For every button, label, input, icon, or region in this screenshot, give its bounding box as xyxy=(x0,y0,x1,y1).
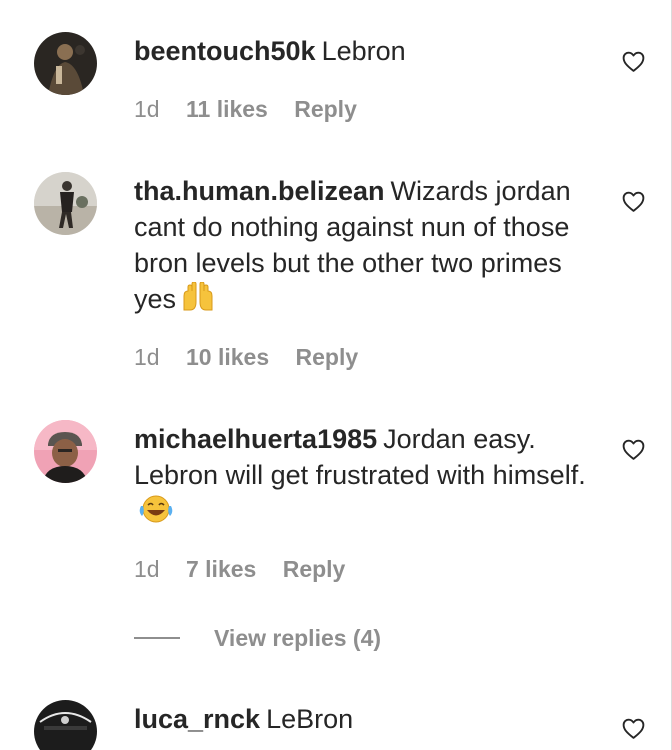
comment-meta: 1d 10 likes Reply xyxy=(134,344,378,371)
heart-outline-icon[interactable] xyxy=(621,716,646,741)
heart-outline-icon[interactable] xyxy=(621,49,646,74)
comments-panel: beentouch50k Lebron 1d 11 likes Reply tha… xyxy=(0,0,672,750)
comment-text: Lebron xyxy=(321,36,406,66)
comment-body: luca_rnck LeBron xyxy=(134,701,594,737)
comment-body: michaelhuerta1985 Jordan easy. Lebron wil… xyxy=(134,421,594,529)
raising-hands-emoji-icon xyxy=(180,281,216,312)
reply-button[interactable]: Reply xyxy=(296,344,359,370)
comment-likes[interactable]: 10 likes xyxy=(186,344,269,370)
reply-button[interactable]: Reply xyxy=(294,96,357,122)
comment-text: LeBron xyxy=(266,704,354,734)
comment-time[interactable]: 1d xyxy=(134,344,160,370)
comment-time[interactable]: 1d xyxy=(134,96,160,122)
view-replies-label: View replies (4) xyxy=(214,624,382,651)
heart-outline-icon[interactable] xyxy=(621,437,646,462)
comment-meta: 1d 7 likes Reply xyxy=(134,556,365,583)
comment-meta: 1d 11 likes Reply xyxy=(134,96,377,123)
comment-likes[interactable]: 11 likes xyxy=(186,96,268,122)
heart-outline-icon[interactable] xyxy=(621,189,646,214)
comment-body: tha.human.belizean Wizards jordan cant do… xyxy=(134,173,594,317)
avatar[interactable] xyxy=(34,172,97,235)
avatar[interactable] xyxy=(34,420,97,483)
avatar[interactable] xyxy=(34,32,97,95)
avatar[interactable] xyxy=(34,700,97,750)
comment-username[interactable]: michaelhuerta1985 xyxy=(134,424,377,454)
view-replies-divider xyxy=(134,637,180,639)
comment-body: beentouch50k Lebron xyxy=(134,33,594,69)
tears-of-joy-emoji-icon xyxy=(138,494,174,524)
reply-button[interactable]: Reply xyxy=(283,556,346,582)
comment-time[interactable]: 1d xyxy=(134,556,160,582)
comment-username[interactable]: luca_rnck xyxy=(134,704,260,734)
comment-username[interactable]: beentouch50k xyxy=(134,36,316,66)
comment-likes[interactable]: 7 likes xyxy=(186,556,256,582)
comment-username[interactable]: tha.human.belizean xyxy=(134,176,385,206)
view-replies-button[interactable]: View replies (4) xyxy=(134,622,381,654)
